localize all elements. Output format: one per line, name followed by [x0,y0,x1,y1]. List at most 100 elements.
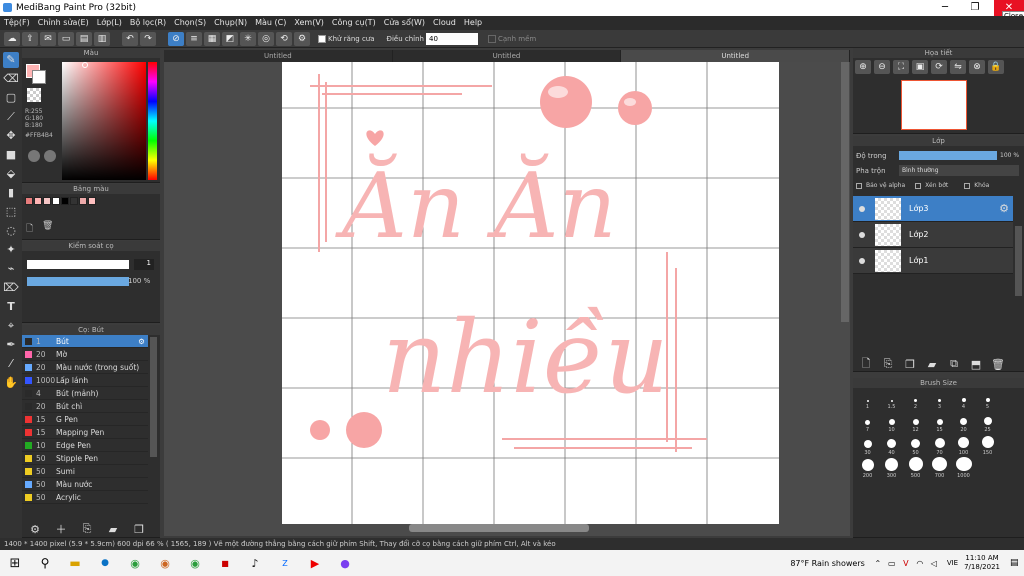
palette-swatch[interactable] [88,197,96,205]
lock-icon[interactable]: 🔒 [988,60,1004,74]
menu-view[interactable]: Xem(V) [290,16,328,30]
text-tool-icon[interactable]: T [3,299,19,315]
transparent-color[interactable] [27,88,41,102]
palette-swatch[interactable] [61,197,69,205]
brush-item[interactable]: 50 Màu nước [22,478,148,491]
file-explorer-icon[interactable]: ▬ [60,556,90,570]
brush-size-option[interactable]: 15 [929,411,950,433]
new-layer-icon[interactable]: 🗋 [855,354,877,374]
zalo-icon[interactable]: Z [270,559,300,568]
tab-untitled-1[interactable]: Untitled [164,50,393,62]
brush-size-option[interactable]: 7 [857,411,878,433]
weather-text[interactable]: 87°F Rain showers [790,559,865,568]
comment-icon[interactable]: ✉ [40,31,56,46]
zoom-out-icon[interactable]: ⊖ [874,60,890,74]
menu-snap[interactable]: Chụp(N) [210,16,251,30]
delete-palette-icon[interactable]: 🗑 [42,221,53,231]
brush-size-value[interactable]: 1 [134,259,154,270]
visibility-icon[interactable] [859,205,865,212]
brush-size-option[interactable]: 5 [977,388,998,410]
lock-checkbox[interactable] [964,182,971,189]
lasso-tool-icon[interactable]: ◌ [3,223,19,239]
dot-tool-icon[interactable]: ⟋ [3,109,19,125]
layer-item[interactable]: Lớp3 ⚙ [853,196,1013,222]
brush-delete-icon[interactable]: 🗑 [154,519,160,537]
navigator-preview[interactable] [901,80,967,130]
menu-layer[interactable]: Lớp(L) [93,16,126,30]
tray-chevron-icon[interactable]: ⌃ [871,559,885,568]
brush-size-option[interactable]: 1000 [953,457,974,479]
palette-swatch[interactable] [34,197,42,205]
merge-down-icon[interactable]: ⧉ [943,354,965,374]
blend-mode-select[interactable]: Bình thường [899,165,1019,176]
undo-icon[interactable]: ↶ [122,31,138,46]
windows-start-icon[interactable]: ⊞ [0,556,30,571]
saturation-value-picker[interactable] [62,62,146,180]
brush-size-option[interactable]: 3 [929,388,950,410]
background-color[interactable] [32,70,46,84]
maximize-button[interactable]: ❐ [960,0,990,16]
edge-checkbox[interactable] [488,34,496,43]
brush-size-option[interactable]: 12 [905,411,926,433]
tab-untitled-3[interactable]: Untitled [621,50,851,62]
snap-off-icon[interactable]: ⊘ [168,31,184,46]
shopee-icon[interactable]: ■ [210,559,240,568]
upload-icon[interactable]: ⇪ [22,31,38,46]
antivirus-icon[interactable]: V [899,559,913,568]
palette-swatch[interactable] [25,197,33,205]
brush-size-option[interactable]: 1 [857,388,878,410]
brush-item[interactable]: 50 Sumi [22,465,148,478]
color-wheel-icon[interactable] [28,150,40,162]
layer-opacity-slider[interactable] [899,151,997,160]
cloud-icon[interactable]: ☁ [4,31,20,46]
brush-size-option[interactable]: 2 [905,388,926,410]
brush-size-option[interactable]: 25 [977,411,998,433]
clock[interactable]: 11:10 AM 7/18/2021 [964,554,1000,572]
radial-snap-icon[interactable]: ✳ [240,31,256,46]
chrome-icon[interactable]: ◉ [120,557,150,570]
menu-tools[interactable]: Công cụ(T) [328,16,380,30]
horizontal-scrollbar[interactable] [409,524,589,532]
youtube-icon[interactable]: ▶ [300,557,330,570]
select-tool-icon[interactable]: ⬚ [3,204,19,220]
brush-item[interactable]: 20 Màu nước (trong suốt) [22,361,148,374]
brush-settings-icon[interactable]: ⚙ [138,337,145,346]
menu-cloud[interactable]: Cloud [429,16,460,30]
brush-item[interactable]: 15 Mapping Pen [22,426,148,439]
layer-settings-icon[interactable]: ⚙ [999,202,1009,215]
visibility-icon[interactable] [859,231,865,238]
brush-size-option[interactable]: 1.5 [881,388,902,410]
vertical-scrollbar[interactable] [841,62,849,322]
gradient-tool-icon[interactable]: ▮ [3,185,19,201]
brush-size-option[interactable]: 20 [953,411,974,433]
perspective-icon[interactable]: ◩ [222,31,238,46]
brush-item[interactable]: 1000 Lấp lánh [22,374,148,387]
brush-import-icon[interactable]: ⚙ [24,519,46,537]
minimize-button[interactable]: ─ [930,0,960,16]
bucket-tool-icon[interactable]: ⬙ [3,166,19,182]
move-tool-icon[interactable]: ✥ [3,128,19,144]
network-icon[interactable]: ▭ [885,559,899,568]
brush-item[interactable]: 4 Bút (mảnh) [22,387,148,400]
fill-shape-icon[interactable]: ■ [3,147,19,163]
medibang-icon[interactable]: ● [330,557,360,570]
color-picker-icon[interactable] [44,150,56,162]
hue-slider[interactable] [148,62,157,180]
brush-size-option[interactable]: 30 [857,434,878,456]
chrome-profile-icon[interactable]: ◉ [150,557,180,570]
brush-copy-icon[interactable]: ⎘ [76,519,98,537]
palette-swatch[interactable] [79,197,87,205]
brush-size-option[interactable]: 4 [953,388,974,410]
notification-icon[interactable]: ▤ [1010,558,1024,568]
radial-icon[interactable]: ◎ [258,31,274,46]
layer-folder-icon[interactable]: ▰ [921,354,943,374]
brush-size-option[interactable]: 50 [905,434,926,456]
zoom-in-icon[interactable]: ⊕ [855,60,871,74]
brush-item[interactable]: 1 Bút ⚙ [22,335,148,348]
layer-item[interactable]: Lớp1 [853,248,1013,274]
brush-size-option[interactable]: 150 [977,434,998,456]
menu-filter[interactable]: Bộ lọc(R) [126,16,170,30]
brush-size-option[interactable]: 40 [881,434,902,456]
share-icon[interactable]: ▥ [94,31,110,46]
select-pen-icon[interactable]: ⌁ [3,261,19,277]
